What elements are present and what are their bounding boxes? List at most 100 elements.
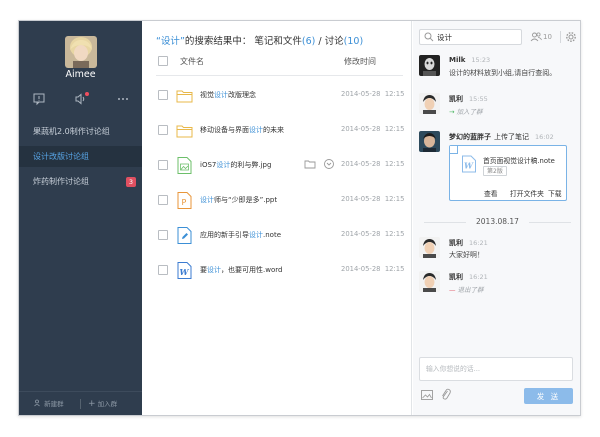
shared-file-name: 首页面视觉设计稿.note [483, 157, 555, 165]
members-button[interactable]: 10 [530, 31, 556, 43]
chat-search-input[interactable] [437, 31, 519, 43]
date: 2014-05-28 [341, 265, 381, 273]
tab-notes-label: 笔记和文件 [254, 36, 302, 47]
tab-discuss-count: (10) [343, 36, 364, 47]
chevron-down-icon[interactable] [323, 158, 335, 170]
name-highlight: 设计 [249, 231, 263, 239]
speaker-icon[interactable] [74, 92, 89, 106]
message-time: 15:55 [469, 95, 488, 103]
search-results-title: “设计”的搜索结果中： 笔记和文件(6) / 讨论(10) [156, 33, 363, 47]
time: 12:15 [384, 265, 405, 273]
chat-panel: 10 Milk 15:23 设计的材料放到小组,请自行查阅。 凯利 15:55 →加… [413, 21, 580, 415]
avatar[interactable] [419, 93, 440, 114]
name-part: ，也要可用性.word [221, 266, 283, 274]
row-checkbox[interactable] [158, 230, 168, 240]
more-icon[interactable] [116, 92, 130, 106]
message-time: 15:23 [471, 56, 491, 64]
file-name: 视觉设计改版理念 [200, 90, 256, 100]
notification-dot [85, 92, 89, 96]
image-icon[interactable] [421, 390, 433, 400]
name-highlight: 设计 [200, 196, 214, 204]
sidebar-group-fruit[interactable]: 果蔬机2.0制作讨论组 [19, 121, 142, 142]
system-notice: — 退出了群 [449, 284, 484, 294]
row-checkbox[interactable] [158, 160, 168, 170]
view-link[interactable]: 查看 [484, 188, 498, 198]
join-group-button[interactable]: + 加入群 [88, 399, 117, 409]
name-highlight: 设计 [214, 91, 228, 99]
shared-file-card[interactable]: W 首页面视觉设计稿.note 第2版 查看 打开文件夹 下载 [449, 145, 567, 201]
avatar[interactable] [419, 271, 440, 292]
time: 12:15 [384, 125, 405, 133]
group-label: 果蔬机2.0制作讨论组 [33, 127, 110, 136]
row-checkbox[interactable] [158, 195, 168, 205]
name-highlight: 设计 [207, 266, 221, 274]
tab-discussions[interactable]: 讨论(10) [325, 36, 364, 47]
sidebar-group-explosive[interactable]: 炸药制作讨论组 3 [19, 171, 142, 192]
avatar[interactable] [419, 55, 440, 76]
header-divider [156, 75, 403, 76]
group-icon [34, 399, 40, 407]
name-part: 师与“少即是多”.ppt [214, 196, 278, 204]
name: 凯利 [449, 239, 463, 247]
file-row[interactable]: P 设计师与“少即是多”.ppt 2014-05-28 12:15 [156, 183, 404, 218]
row-checkbox[interactable] [158, 90, 168, 100]
name: 梦幻的蓝胖子 [449, 133, 491, 141]
row-checkbox[interactable] [158, 265, 168, 275]
row-checkbox[interactable] [158, 125, 168, 135]
time: 12:15 [384, 90, 405, 98]
message-compose-box [419, 357, 573, 381]
sender-name: 凯利 15:55 [449, 94, 488, 104]
modified-time: 2014-05-28 12:15 [341, 90, 404, 98]
column-filename[interactable]: 文件名 [180, 56, 204, 67]
name-part: 移动设备与界面 [200, 126, 249, 134]
date: 2014-05-28 [341, 90, 381, 98]
name-part: 的利与弊.jpg [230, 161, 272, 169]
message-icon[interactable] [32, 92, 46, 106]
new-group-button[interactable]: 新建群 [34, 399, 64, 409]
svg-text:W: W [464, 161, 474, 171]
time: 12:15 [384, 160, 405, 168]
file-name: iOS7设计的利与弊.jpg [200, 160, 271, 170]
name: 凯利 [449, 273, 463, 281]
column-modified-time[interactable]: 修改时间 [344, 56, 376, 67]
avatar[interactable] [419, 131, 440, 152]
send-button[interactable]: 发 送 [524, 388, 573, 404]
file-row[interactable]: iOS7设计的利与弊.jpg 2014-05-28 12:15 [156, 148, 405, 183]
attachment-icon[interactable] [441, 388, 451, 401]
app-window: Aimee 果蔬机2.0制作讨论组 设计改版讨论组 炸药制作讨论组 3 新建群 … [18, 20, 581, 416]
file-row[interactable]: 应用的新手引导设计.note 2014-05-28 12:15 [156, 218, 404, 253]
sidebar-tools [19, 92, 142, 106]
search-results-panel: “设计”的搜索结果中： 笔记和文件(6) / 讨论(10) 文件名 修改时间 视… [142, 21, 412, 415]
username: Aimee [65, 69, 96, 80]
sidebar-group-design[interactable]: 设计改版讨论组 [19, 146, 142, 167]
file-row[interactable]: 视觉设计改版理念 2014-05-28 12:15 [156, 78, 404, 113]
avatar[interactable] [419, 237, 440, 258]
user-avatar[interactable] [65, 36, 97, 68]
message-time: 16:21 [469, 273, 488, 281]
file-name: 移动设备与界面设计的未来 [200, 125, 284, 135]
modified-time: 2014-05-28 12:15 [341, 265, 404, 273]
download-link[interactable]: 下载 [548, 188, 562, 198]
svg-text:P: P [182, 198, 187, 207]
open-folder-link[interactable]: 打开文件夹 [510, 188, 544, 198]
file-name: 设计师与“少即是多”.ppt [200, 195, 277, 205]
message-input[interactable] [426, 363, 566, 375]
file-row[interactable]: W 要设计，也要可用性.word 2014-05-28 12:15 [156, 253, 404, 288]
group-label: 设计改版讨论组 [33, 152, 89, 161]
note-file-icon [176, 226, 193, 245]
date: 2014-05-28 [341, 195, 381, 203]
search-keyword: 设计 [160, 36, 180, 47]
open-folder-icon[interactable] [304, 158, 316, 170]
tab-notes-count: (6) [301, 36, 316, 47]
name-part: .note [263, 231, 281, 239]
folder-icon [176, 86, 193, 105]
tab-notes-files[interactable]: 笔记和文件(6) [254, 36, 315, 47]
separator-line [529, 222, 571, 223]
select-all-checkbox[interactable] [158, 56, 168, 66]
gear-icon[interactable] [565, 31, 577, 43]
sender-name: 凯利 16:21 [449, 272, 488, 282]
folder-icon [176, 121, 193, 140]
chat-search-box [419, 29, 522, 45]
file-row[interactable]: 移动设备与界面设计的未来 2014-05-28 12:15 [156, 113, 405, 148]
word-file-icon: W [176, 261, 193, 280]
